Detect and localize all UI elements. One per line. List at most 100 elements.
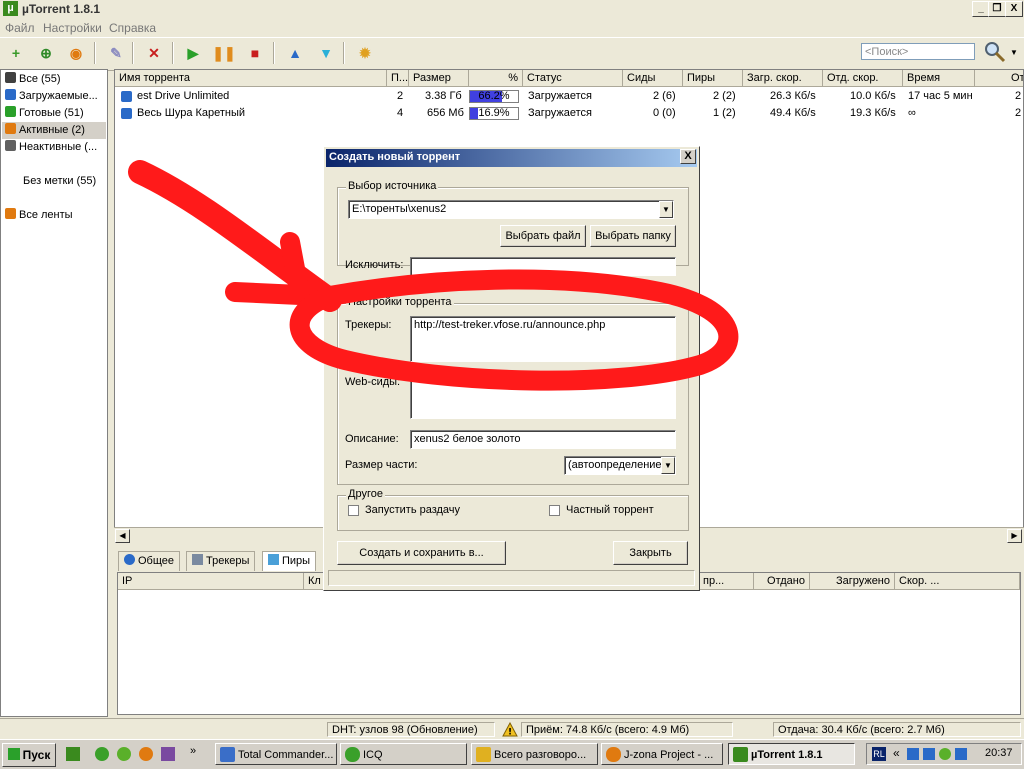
dialog-close-button[interactable]: X — [680, 149, 696, 164]
torrent-row[interactable]: est Drive Unlimited 2 3.38 Гб 66.2% Загр… — [115, 88, 1023, 105]
quicklaunch-utorrent-icon[interactable] — [66, 747, 80, 761]
maximize-button[interactable]: ❐ — [988, 1, 1006, 17]
tab-peers[interactable]: Пиры — [262, 551, 317, 571]
category-label: Неактивные (... — [19, 141, 98, 153]
column-header-ip[interactable]: IP — [118, 573, 304, 590]
tab-general[interactable]: Общее — [118, 551, 181, 571]
network-icon[interactable] — [907, 748, 919, 760]
column-header-name[interactable]: Имя торрента — [115, 70, 387, 87]
receive-status: Приём: 74.8 Кб/с (всего: 4.9 Мб) — [521, 722, 733, 737]
scroll-right-icon[interactable]: ▶ — [1007, 529, 1022, 543]
language-indicator[interactable]: RL — [872, 747, 886, 761]
column-header-upload-speed[interactable]: Отд. скор. — [823, 70, 903, 87]
torrent-upload-speed: 19.3 Кб/s — [850, 107, 896, 119]
source-dropdown-icon[interactable]: ▼ — [659, 201, 673, 218]
category-active[interactable]: Активные (2) — [2, 122, 106, 139]
torrent-settings-group-label: Настройки торрента — [346, 296, 454, 308]
pause-icon[interactable]: ❚❚ — [212, 41, 236, 65]
category-sidebar: Все (55) Загружаемые... Готовые (51) Акт… — [0, 69, 108, 717]
quicklaunch-save-icon[interactable] — [161, 747, 175, 761]
menu-settings[interactable]: Настройки — [43, 21, 102, 35]
piece-size-select[interactable]: (автоопределение) — [564, 456, 676, 475]
move-down-icon[interactable]: ▼ — [314, 41, 338, 65]
quicklaunch-firefox-icon[interactable] — [139, 747, 153, 761]
flower-tray-icon[interactable] — [939, 748, 951, 760]
toolbar-separator — [172, 42, 174, 64]
start-button[interactable]: Пуск — [2, 743, 56, 767]
tab-label: Общее — [138, 555, 175, 567]
create-and-save-button[interactable]: Создать и сохранить в... — [337, 541, 506, 565]
task-utorrent[interactable]: µTorrent 1.8.1 — [728, 743, 855, 765]
start-seeding-checkbox[interactable] — [348, 505, 359, 516]
quicklaunch-flower-icon[interactable] — [117, 747, 131, 761]
task-folder[interactable]: Всего разговоро... — [471, 743, 598, 765]
torrent-peers: 2 (2) — [713, 90, 736, 102]
private-torrent-checkbox[interactable] — [549, 505, 560, 516]
webseeds-textarea[interactable] — [410, 373, 676, 419]
select-folder-button[interactable]: Выбрать папку — [590, 225, 676, 247]
search-input[interactable]: <Поиск> — [861, 43, 975, 60]
column-header-download-speed[interactable]: Загр. скор. — [743, 70, 823, 87]
create-torrent-icon[interactable]: ✎ — [104, 41, 128, 65]
column-header-ratio[interactable]: От — [975, 70, 1023, 87]
move-up-icon[interactable]: ▲ — [283, 41, 307, 65]
category-completed[interactable]: Готовые (51) — [5, 105, 84, 122]
preferences-icon[interactable]: ✹ — [353, 41, 377, 65]
column-header-position[interactable]: П... — [387, 70, 409, 87]
category-all-feeds[interactable]: Все ленты — [5, 207, 73, 224]
source-path-input[interactable]: E:\торенты\xenus2 — [348, 200, 674, 219]
column-header-percent[interactable]: % — [469, 70, 523, 87]
close-dialog-button[interactable]: Закрыть — [613, 541, 688, 565]
column-header-speed[interactable]: Скор. ... — [895, 573, 1020, 590]
torrent-seeds: 0 (0) — [653, 107, 676, 119]
exclude-input[interactable] — [410, 257, 676, 276]
stop-icon[interactable]: ■ — [243, 41, 267, 65]
tray-expand-icon[interactable]: « — [893, 746, 900, 760]
column-header-peers[interactable]: Пиры — [683, 70, 743, 87]
column-header-status[interactable]: Статус — [523, 70, 623, 87]
column-header-progress[interactable]: пр... — [699, 573, 754, 590]
add-url-icon[interactable]: ⊕ — [34, 41, 58, 65]
quicklaunch-more-icon[interactable]: » — [190, 745, 196, 757]
description-input[interactable]: xenus2 белое золото — [410, 430, 676, 449]
task-label: ICQ — [363, 749, 383, 761]
menu-help[interactable]: Справка — [109, 21, 156, 35]
task-firefox[interactable]: J-zona Project - ... — [601, 743, 723, 765]
torrent-position: 2 — [397, 90, 404, 102]
category-inactive[interactable]: Неактивные (... — [5, 139, 97, 156]
warning-icon[interactable]: ! — [502, 721, 518, 738]
column-header-seeds[interactable]: Сиды — [623, 70, 683, 87]
torrent-row[interactable]: Весь Шура Каретный 4 656 Мб 16.9% Загруж… — [115, 105, 1023, 122]
piece-size-dropdown-icon[interactable]: ▼ — [661, 457, 675, 474]
start-icon[interactable]: ▶ — [181, 41, 205, 65]
category-downloading[interactable]: Загружаемые... — [5, 88, 98, 105]
add-torrent-icon[interactable]: + — [4, 41, 28, 65]
column-header-downloaded[interactable]: Загружено — [810, 573, 895, 590]
search-dropdown-icon[interactable]: ▼ — [1010, 48, 1018, 57]
trackers-textarea[interactable]: http://test-treker.vfose.ru/announce.php — [410, 316, 676, 362]
task-icq[interactable]: ICQ — [340, 743, 467, 765]
remove-icon[interactable]: ✕ — [142, 41, 166, 65]
private-torrent-label[interactable]: Частный торрент — [566, 504, 654, 516]
category-no-label[interactable]: Без метки (55) — [23, 173, 96, 190]
utorrent-logo-icon: µ — [3, 1, 18, 16]
select-file-button[interactable]: Выбрать файл — [500, 225, 586, 247]
close-button[interactable]: X — [1005, 1, 1023, 17]
search-icon[interactable] — [983, 40, 1007, 64]
quicklaunch-icq-icon[interactable] — [95, 747, 109, 761]
menu-file[interactable]: Файл — [5, 21, 35, 35]
trackers-label: Трекеры: — [345, 319, 392, 331]
start-seeding-label[interactable]: Запустить раздачу — [365, 504, 460, 516]
category-all[interactable]: Все (55) — [5, 71, 61, 88]
scroll-left-icon[interactable]: ◀ — [115, 529, 130, 543]
network-icon[interactable] — [955, 748, 967, 760]
svg-text:!: ! — [508, 728, 512, 738]
tab-trackers[interactable]: Трекеры — [186, 551, 256, 571]
rss-icon[interactable]: ◉ — [64, 41, 88, 65]
column-header-size[interactable]: Размер — [409, 70, 469, 87]
column-header-uploaded[interactable]: Отдано — [754, 573, 810, 590]
task-total-commander[interactable]: Total Commander... — [215, 743, 337, 765]
network-icon[interactable] — [923, 748, 935, 760]
column-header-time[interactable]: Время — [903, 70, 975, 87]
torrent-position: 4 — [397, 107, 404, 119]
